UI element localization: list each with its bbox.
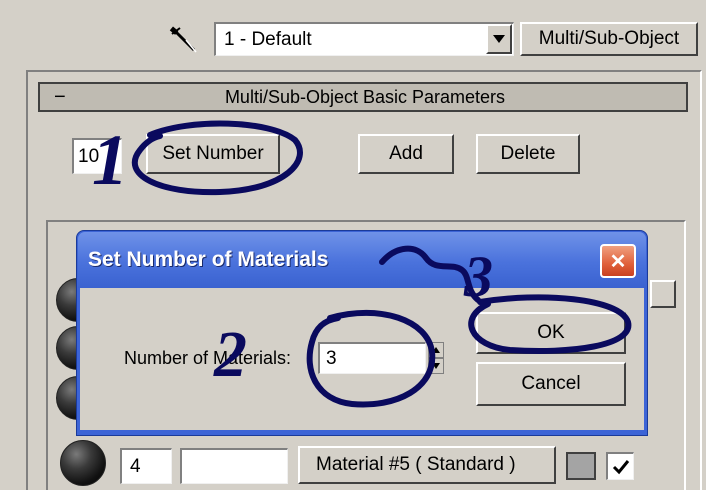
material-count-field[interactable]: 10 [72, 138, 122, 174]
material-type-label: Multi/Sub-Object [538, 28, 680, 49]
material-name-dropdown-button[interactable] [486, 24, 512, 54]
checkmark-icon [612, 459, 629, 474]
list-scroll-button[interactable] [650, 280, 676, 308]
rollout-header[interactable]: − Multi/Sub-Object Basic Parameters [38, 82, 688, 112]
material-name-field[interactable]: 1 - Default [214, 22, 514, 56]
sub-material-label: Material #5 ( Standard ) [316, 454, 516, 475]
dialog-title-bar[interactable]: Set Number of Materials [78, 232, 646, 288]
sub-material-id-value: 4 [130, 455, 141, 477]
material-name-text: 1 - Default [224, 28, 312, 50]
set-number-button[interactable]: Set Number [146, 134, 280, 174]
add-label: Add [389, 143, 423, 164]
sub-material-enable-checkbox[interactable] [606, 452, 634, 480]
set-number-label: Set Number [162, 143, 264, 164]
cancel-button[interactable]: Cancel [476, 362, 626, 406]
delete-label: Delete [500, 143, 556, 164]
number-of-materials-spinner-field[interactable]: 3 [318, 342, 426, 374]
sub-material-id-field[interactable]: 4 [120, 448, 172, 484]
material-preview-sphere[interactable] [60, 440, 106, 486]
delete-button[interactable]: Delete [476, 134, 580, 174]
material-type-button[interactable]: Multi/Sub-Object [520, 22, 698, 56]
material-count-value: 10 [78, 145, 100, 167]
eyedropper-icon[interactable] [168, 26, 202, 56]
rollout-title: Multi/Sub-Object Basic Parameters [224, 86, 506, 107]
spinner-up-icon[interactable] [428, 342, 444, 358]
number-of-materials-value: 3 [326, 347, 337, 369]
sub-material-name-field[interactable] [180, 448, 288, 484]
dialog-title: Set Number of Materials [88, 248, 329, 271]
add-button[interactable]: Add [358, 134, 454, 174]
ok-button[interactable]: OK [476, 312, 626, 354]
close-icon: ✕ [609, 250, 627, 273]
dialog-close-button[interactable]: ✕ [600, 244, 636, 278]
cancel-label: Cancel [521, 373, 581, 394]
ok-label: OK [537, 322, 565, 343]
number-of-materials-label: Number of Materials: [124, 348, 292, 368]
spinner-down-icon[interactable] [428, 358, 444, 374]
sub-material-button[interactable]: Material #5 ( Standard ) [298, 446, 556, 484]
chevron-down-icon [493, 35, 505, 43]
sub-material-color-swatch[interactable] [566, 452, 596, 480]
collapse-icon: − [54, 85, 66, 108]
